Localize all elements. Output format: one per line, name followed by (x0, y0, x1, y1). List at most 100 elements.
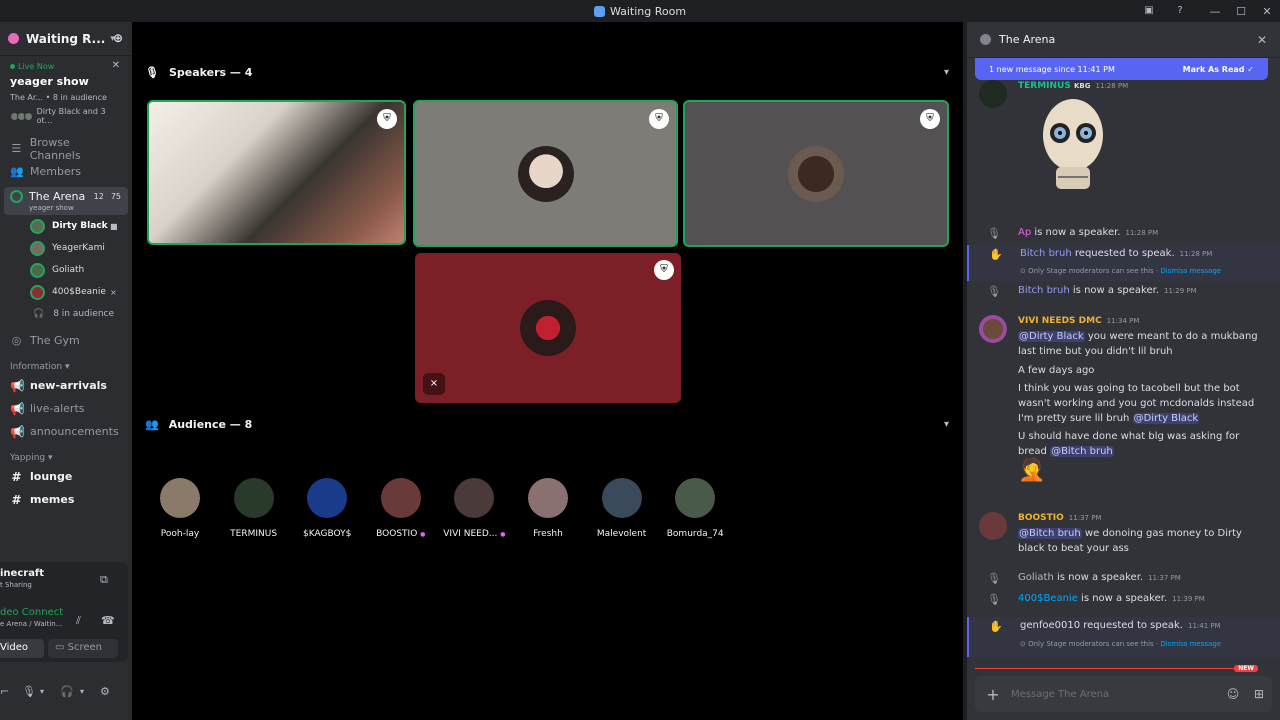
facepalm-emoji: 🤦 (1018, 458, 1046, 483)
chevron-down-icon[interactable]: ▾ (944, 67, 949, 78)
speaker-tile[interactable]: ⛨ ⨯ (415, 253, 681, 403)
message-author[interactable]: TERMINUS KBG 11:28 PM (1018, 81, 1128, 91)
live-now-card[interactable]: Live Now ✕ yeager show The Ar... • 8 in … (0, 56, 132, 129)
channel-memes[interactable]: # memes (0, 488, 132, 511)
gear-icon[interactable]: ⚙ (100, 685, 110, 698)
chevron-down-icon[interactable]: ▾ (80, 687, 84, 696)
stage-member[interactable]: 400$Beanie ⨯ (0, 281, 132, 303)
message-author[interactable]: VIVI NEEDS DMC 11:34 PM (1018, 316, 1139, 326)
apps-icon[interactable]: ⊞ (1246, 687, 1272, 701)
stage-view: 🎙 Speakers — 4 ▾ ⛨ ⛨ ⛨ ⛨ ⨯ 👥 Audience — 8 … (132, 22, 963, 720)
user-mention[interactable]: @Dirty Black (1132, 413, 1200, 424)
inbox-icon[interactable]: ▣ (1142, 4, 1156, 18)
avatar[interactable] (979, 80, 1007, 108)
audience-member[interactable]: Malevolent (586, 478, 658, 539)
members-link[interactable]: 👥 Members (0, 160, 132, 183)
help-icon[interactable]: ? (1173, 4, 1187, 18)
channel-live-alerts[interactable]: 📢 live-alerts (0, 397, 132, 420)
category-yapping[interactable]: Yapping ▾ (0, 443, 132, 465)
megaphone-icon: 📢 (10, 424, 25, 439)
chevron-down-icon[interactable]: ▾ (944, 419, 949, 430)
close-icon[interactable]: ✕ (112, 60, 120, 71)
stage-member[interactable]: Dirty Black ◦ ■ (0, 215, 132, 237)
message-input[interactable]: Message The Arena (1011, 689, 1220, 700)
headphones-icon[interactable]: 🎧 (60, 685, 74, 698)
new-messages-bar[interactable]: 1 new message since 11:41 PM Mark As Rea… (975, 58, 1268, 80)
stage-icon: ◎ (11, 334, 22, 347)
speaker-tile-camera[interactable]: ⛨ (147, 100, 406, 245)
dismiss-message-link[interactable]: Dismiss message (1160, 640, 1221, 648)
stage-topic: yeager show (29, 204, 74, 212)
invite-icon[interactable]: ⊕ (113, 31, 123, 45)
avatar (520, 300, 576, 356)
stage-channel-the-arena[interactable]: The Arena 12 75 yeager show (4, 187, 128, 215)
chat-panel: The Arena ✕ 1 new message since 11:41 PM… (967, 22, 1280, 720)
audience-member[interactable]: VIVI NEED... ● (438, 478, 510, 539)
user-mention[interactable]: @Bitch bruh (1050, 446, 1114, 457)
microphone-icon[interactable]: 🎙 (22, 685, 36, 698)
chevron-down-icon[interactable]: ▾ (40, 687, 44, 696)
voice-channel-the-gym[interactable]: ◎ The Gym (0, 329, 132, 352)
user-link[interactable]: Bitch bruh (1020, 248, 1072, 259)
close-icon[interactable]: ✕ (1257, 33, 1267, 47)
close-window-button[interactable]: ✕ (1254, 5, 1280, 18)
audience-member[interactable]: Bomurda_74 (659, 478, 731, 539)
minimize-button[interactable]: — (1202, 5, 1228, 18)
user-link[interactable]: Bitch bruh (1018, 285, 1070, 296)
voice-connected-status: deo Connect (0, 607, 64, 618)
avatar[interactable] (979, 512, 1007, 540)
browse-channels[interactable]: ☰ Browse Channels (0, 136, 132, 162)
audience-member[interactable]: TERMINUS (218, 478, 290, 539)
dismiss-message-link[interactable]: Dismiss message (1160, 267, 1221, 275)
audience-member[interactable]: BOOSTIO ● (365, 478, 437, 539)
emoji-icon[interactable]: ☺ (1220, 687, 1246, 701)
user-mention[interactable]: @Dirty Black (1018, 331, 1085, 342)
message-author[interactable]: BOOSTIO 11:37 PM (1018, 513, 1101, 523)
user-link[interactable]: 400$Beanie (1018, 593, 1078, 604)
avatar (528, 478, 568, 518)
user-link[interactable]: Ap (1018, 227, 1031, 238)
speaker-count: 12 (93, 192, 104, 201)
mark-as-read-button[interactable]: Mark As Read ✓ (1183, 65, 1254, 74)
user-mention[interactable]: @Bitch bruh (1018, 528, 1082, 539)
chat-bubble-icon (980, 34, 991, 45)
channel-new-arrivals[interactable]: 📢 new-arrivals (0, 374, 132, 397)
people-icon: 👥 (145, 418, 159, 431)
speakers-header[interactable]: 🎙 Speakers — 4 (145, 66, 252, 79)
add-attachment-icon[interactable]: + (975, 685, 1011, 704)
avatar (30, 240, 45, 256)
audience-member[interactable]: Freshh (512, 478, 584, 539)
megaphone-icon: 📢 (10, 378, 25, 393)
stage-member[interactable]: Goliath (0, 259, 132, 281)
audience-count[interactable]: 🎧 8 in audience (0, 303, 132, 325)
audience-member[interactable]: Pooh-lay (144, 478, 216, 539)
category-information[interactable]: Information ▾ (0, 352, 132, 374)
user-link[interactable]: Goliath (1018, 572, 1054, 583)
voice-channel-path: e Arena / Waitin... (0, 620, 63, 628)
server-header[interactable]: Waiting R... ▾ ⊕ (0, 22, 132, 56)
audience-header[interactable]: 👥 Audience — 8 (145, 418, 252, 431)
boost-icon: ● (500, 531, 506, 538)
channel-lounge[interactable]: # lounge (0, 465, 132, 488)
hand-icon: ✋ (989, 248, 1003, 261)
avatar[interactable]: ⌐ (0, 685, 9, 698)
avatar[interactable] (979, 315, 1007, 343)
video-button[interactable]: Video (0, 639, 44, 658)
audience-member[interactable]: $KAGBOY$ (291, 478, 363, 539)
message-composer: + Message The Arena ☺ ⊞ (975, 676, 1272, 712)
stage-member[interactable]: YeagerKami (0, 237, 132, 259)
maximize-button[interactable]: ☐ (1228, 5, 1254, 18)
stage-speaker-icon: 🎙 (987, 593, 1001, 606)
speaker-event: 🎙 400$Beanie is now a speaker. 11:39 PM (987, 593, 1205, 606)
channel-sidebar: Waiting R... ▾ ⊕ Live Now ✕ yeager show … (0, 22, 132, 720)
window-controls: — ☐ ✕ (1202, 0, 1280, 22)
live-title: yeager show (10, 75, 89, 88)
message-body: @Bitch bruh we donoing gas money to Dirt… (1018, 528, 1242, 554)
stream-settings-icon[interactable]: ⧉ (100, 573, 108, 587)
speaker-tile[interactable]: ⛨ (413, 100, 678, 247)
noise-suppression-icon[interactable]: ⫽ (76, 614, 81, 628)
screen-share-button[interactable]: ▭ Screen (48, 639, 118, 658)
speaker-tile[interactable]: ⛨ (683, 100, 949, 247)
disconnect-icon[interactable]: ☎ (101, 614, 115, 627)
channel-announcements[interactable]: 📢 announcements (0, 420, 132, 443)
